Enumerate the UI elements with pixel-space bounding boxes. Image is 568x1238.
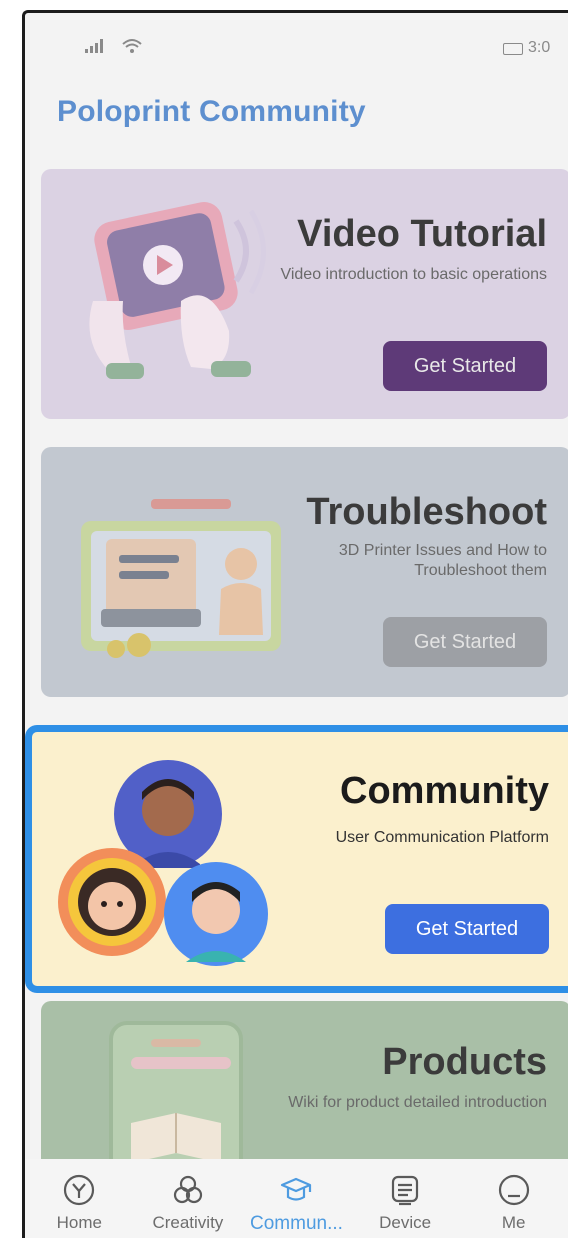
community-card[interactable]: Community User Communication Platform Ge… [25, 725, 568, 993]
bottom-tab-bar: Home Creativity Commun... Device Me [25, 1159, 568, 1238]
get-started-button[interactable]: Get Started [383, 341, 547, 391]
page-title: Poloprint Community [57, 95, 366, 128]
phone-screen: 3:0 Poloprint Community Video Tutorial V… [22, 10, 568, 1238]
card-title: Video Tutorial [297, 213, 547, 255]
tab-me[interactable]: Me [464, 1159, 564, 1233]
tab-label: Device [379, 1213, 432, 1232]
card-title: Troubleshoot [306, 491, 547, 533]
get-started-button[interactable]: Get Started [383, 617, 547, 667]
troubleshoot-illustration [81, 499, 281, 658]
home-icon [64, 1174, 95, 1206]
me-icon [498, 1174, 529, 1206]
community-cap-icon [281, 1177, 312, 1201]
card-subtitle: 3D Printer Issues and How to Troubleshoo… [338, 542, 547, 579]
tab-device[interactable]: Device [355, 1159, 455, 1233]
tab-community[interactable]: Commun... [246, 1159, 346, 1235]
community-avatars-illustration [58, 760, 268, 966]
device-icon [391, 1175, 419, 1206]
card-subtitle: User Communication Platform [335, 829, 549, 846]
card-subtitle: Wiki for product detailed introduction [288, 1094, 547, 1111]
tab-label: Creativity [152, 1213, 224, 1232]
get-started-button[interactable]: Get Started [385, 904, 549, 954]
status-bar: 3:0 [25, 13, 568, 83]
tab-creativity[interactable]: Creativity [138, 1159, 238, 1233]
card-subtitle: Video introduction to basic operations [280, 266, 547, 283]
card-title: Products [382, 1041, 547, 1083]
status-time: 3:0 [528, 39, 551, 56]
battery-icon [503, 43, 523, 55]
tab-label: Home [56, 1213, 102, 1232]
tab-label: Me [501, 1213, 526, 1232]
video-tutorial-card[interactable]: Video Tutorial Video introduction to bas… [41, 169, 568, 419]
wifi-icon [122, 39, 142, 53]
video-tutorial-illustration [89, 202, 266, 379]
tab-home[interactable]: Home [29, 1159, 129, 1233]
tab-label: Commun... [250, 1213, 343, 1234]
signal-icon [85, 39, 103, 53]
creativity-icon [173, 1175, 202, 1204]
card-title: Community [340, 770, 549, 812]
troubleshoot-card[interactable]: Troubleshoot 3D Printer Issues and How t… [41, 447, 568, 697]
